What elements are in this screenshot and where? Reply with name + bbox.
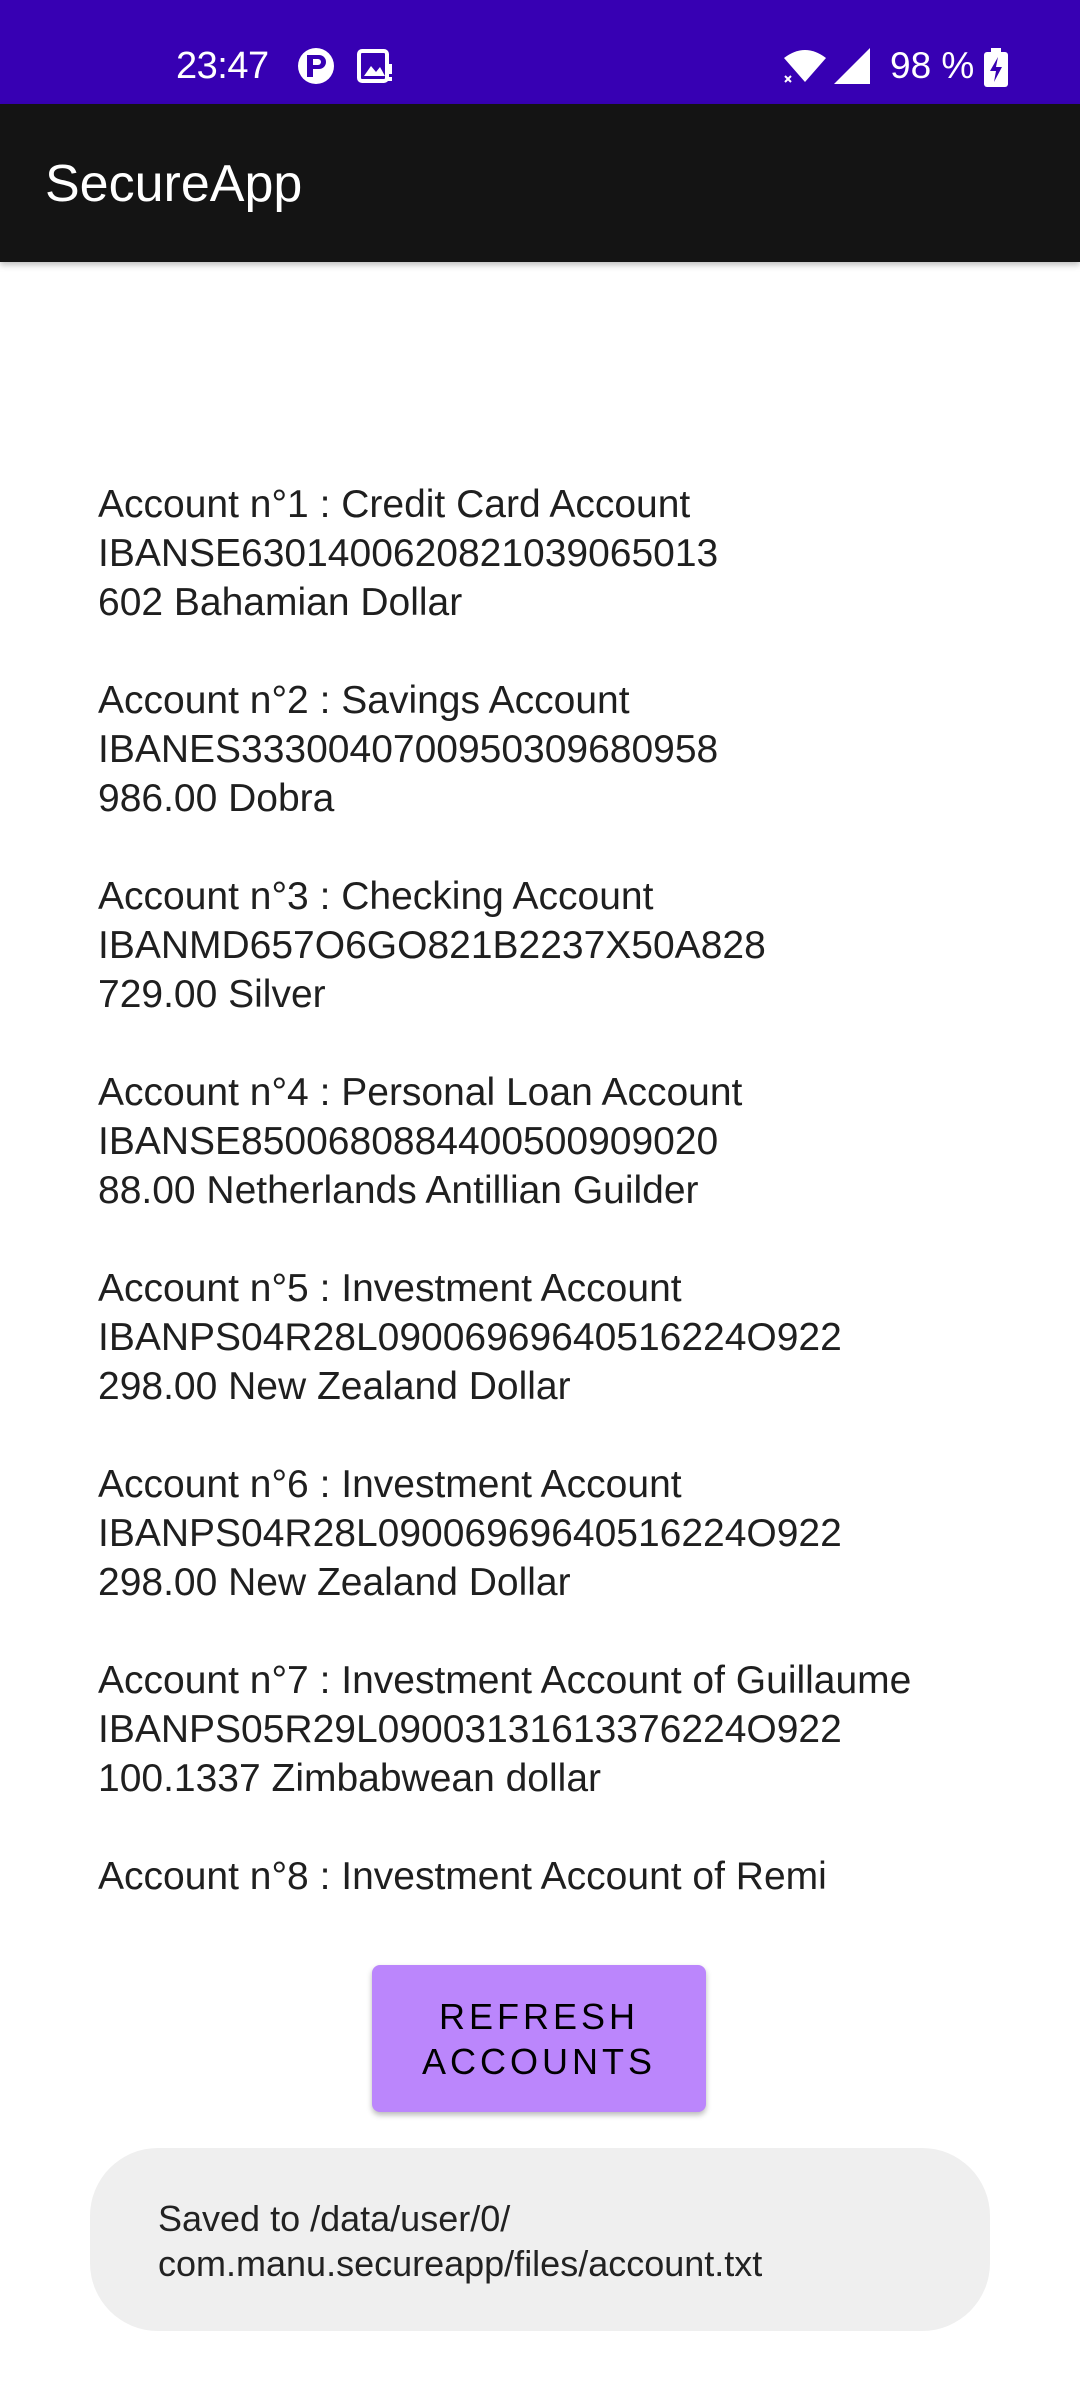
account-header: Account n°3 : Checking Account: [98, 875, 654, 918]
refresh-accounts-button[interactable]: REFRESH ACCOUNTS: [372, 1965, 706, 2112]
account-balance: 100.1337 Zimbabwean dollar: [98, 1757, 602, 1800]
account-balance: 88.00 Netherlands Antillian Guilder: [98, 1169, 699, 1212]
list-item: Account n°7 : Investment Account of Guil…: [98, 1656, 1058, 1803]
account-iban: IBANSE8500680884400500909020: [98, 1120, 719, 1163]
toast-message: Saved to /data/user/0/ com.manu.secureap…: [90, 2148, 990, 2331]
list-item: Account n°8 : Investment Account of Remi: [98, 1852, 1058, 1901]
account-iban: IBANSE6301400620821039065013: [98, 532, 719, 575]
account-iban: IBANES3330040700950309680958: [98, 728, 719, 771]
list-item: Account n°5 : Investment Account IBANPS0…: [98, 1264, 1058, 1411]
toast-line1: Saved to /data/user/0/: [158, 2198, 511, 2239]
notification-p-icon: [298, 48, 334, 84]
toast-line2: com.manu.secureapp/files/account.txt: [158, 2243, 763, 2284]
refresh-button-label-line2: ACCOUNTS: [421, 2040, 656, 2082]
wifi-icon: [784, 50, 826, 83]
account-header: Account n°5 : Investment Account: [98, 1267, 682, 1310]
account-iban: IBANPS04R28L09006969640516224O922: [98, 1316, 842, 1359]
list-item: Account n°1 : Credit Card Account IBANSE…: [98, 480, 1058, 627]
account-balance: 602 Bahamian Dollar: [98, 581, 463, 624]
account-iban: IBANPS04R28L09006969640516224O922: [98, 1512, 842, 1555]
account-balance: 729.00 Silver: [98, 973, 326, 1016]
list-item: Account n°4 : Personal Loan Account IBAN…: [98, 1068, 1058, 1215]
image-notification-icon: [357, 49, 392, 83]
app-title: SecureApp: [45, 155, 303, 213]
account-balance: 298.00 New Zealand Dollar: [98, 1365, 571, 1408]
account-header: Account n°2 : Savings Account: [98, 679, 630, 722]
accounts-list: Account n°1 : Credit Card Account IBANSE…: [98, 480, 1058, 1950]
account-balance: 298.00 New Zealand Dollar: [98, 1561, 571, 1604]
app-bar: SecureApp: [0, 104, 1080, 262]
account-header: Account n°6 : Investment Account: [98, 1463, 682, 1506]
list-item: Account n°2 : Savings Account IBANES3330…: [98, 676, 1058, 823]
signal-icon: [834, 48, 870, 84]
account-iban: IBANPS05R29L09003131613376224O922: [98, 1708, 842, 1751]
account-header: Account n°7 : Investment Account of Guil…: [98, 1659, 912, 1702]
status-bar: 23:47 98 %: [0, 0, 1080, 104]
account-header: Account n°1 : Credit Card Account: [98, 483, 691, 526]
account-balance: 986.00 Dobra: [98, 777, 335, 820]
battery-percentage: 98 %: [890, 45, 975, 86]
status-time: 23:47: [176, 45, 269, 87]
account-header: Account n°8 : Investment Account of Remi: [98, 1855, 827, 1898]
list-item: Account n°6 : Investment Account IBANPS0…: [98, 1460, 1058, 1607]
account-header: Account n°4 : Personal Loan Account: [98, 1071, 743, 1114]
refresh-button-label-line1: REFRESH: [438, 1995, 640, 2037]
account-iban: IBANMD657O6GO821B2237X50A828: [98, 924, 766, 967]
battery-charging-icon: [984, 48, 1008, 87]
list-item: Account n°3 : Checking Account IBANMD657…: [98, 872, 1058, 1019]
